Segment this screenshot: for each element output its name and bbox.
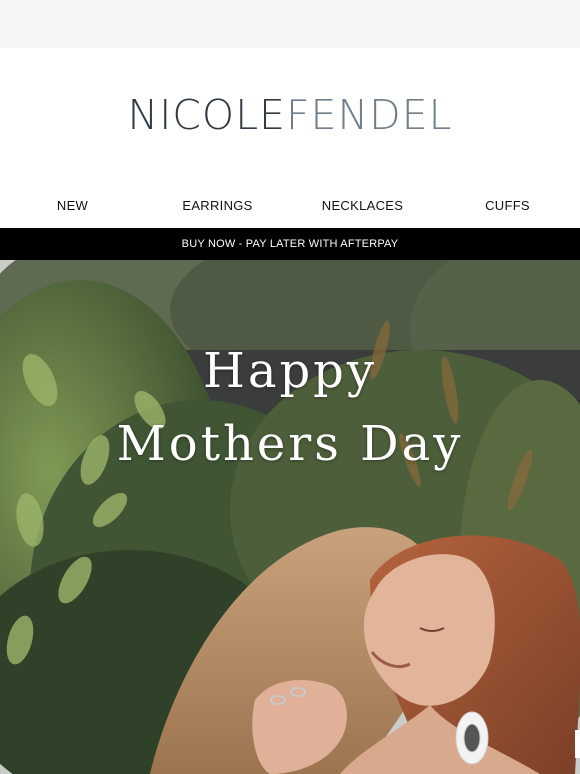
- header: NICOLE FENDEL: [0, 48, 580, 182]
- nav-item-new[interactable]: NEW: [0, 198, 145, 213]
- brand-logo[interactable]: NICOLE FENDEL: [128, 91, 453, 139]
- top-strip: [0, 0, 580, 48]
- hero-banner[interactable]: Happy Mothers Day: [0, 260, 580, 774]
- hero-image: [0, 260, 580, 774]
- afterpay-banner[interactable]: BUY NOW - PAY LATER WITH AFTERPAY: [0, 228, 580, 260]
- main-nav: NEW EARRINGS NECKLACES CUFFS: [0, 182, 580, 228]
- hero-heading-line1: Happy: [202, 343, 378, 399]
- nav-item-earrings[interactable]: EARRINGS: [145, 198, 290, 213]
- afterpay-banner-text: BUY NOW - PAY LATER WITH AFTERPAY: [181, 238, 399, 250]
- earring-graphic: [455, 711, 489, 765]
- brand-logo-part1: NICOLE: [127, 91, 286, 139]
- nav-item-cuffs[interactable]: CUFFS: [435, 198, 580, 213]
- brand-logo-part2: FENDEL: [285, 91, 453, 139]
- nav-item-necklaces[interactable]: NECKLACES: [290, 198, 435, 213]
- hero-heading-line2: Mothers Day: [116, 416, 464, 472]
